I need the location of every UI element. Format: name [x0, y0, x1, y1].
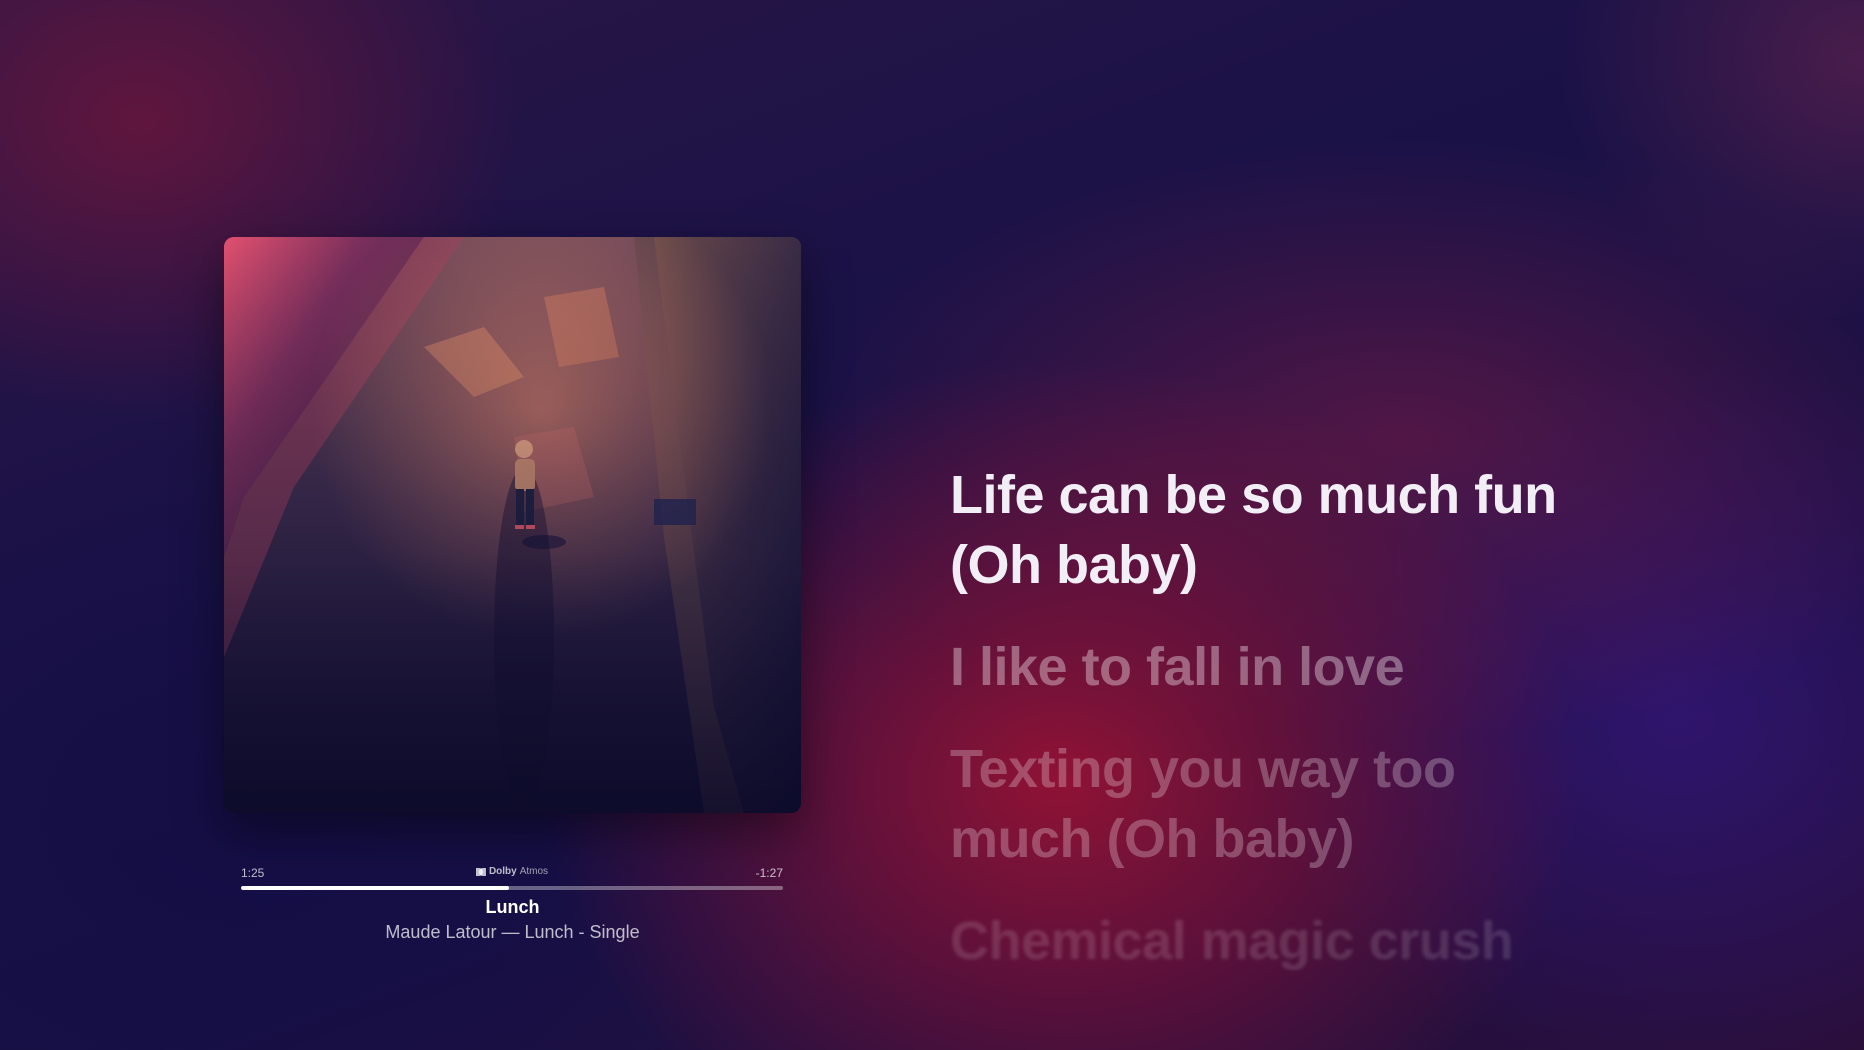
lyric-text: Chemical magic crush: [950, 911, 1514, 971]
track-title: Lunch: [485, 897, 540, 917]
lyric-line-upcoming[interactable]: I like to fall in love: [950, 632, 1710, 702]
now-playing-lyrics-screen: 1:25 Dolby Atmos -1:27 Lunch Maude Latou…: [0, 0, 1864, 1050]
lyrics-panel: Life can be so much fun (Oh baby) I like…: [950, 460, 1710, 1008]
lyric-line-upcoming[interactable]: Texting you way too much (Oh baby): [950, 734, 1710, 874]
progress-bar-fill: [241, 886, 510, 890]
album-artwork: [224, 237, 801, 813]
lyric-line-upcoming[interactable]: Chemical magic crush: [950, 906, 1710, 976]
lyric-text: I like to fall in love: [950, 637, 1405, 697]
lyric-text: Texting you way too: [950, 739, 1456, 799]
album-artwork-image: [224, 237, 801, 813]
dolby-logo-icon: [475, 867, 486, 876]
remaining-time: -1:27: [755, 866, 783, 880]
track-artist-album: Maude Latour — Lunch - Single: [385, 922, 640, 942]
progress-bar[interactable]: [241, 886, 783, 890]
dolby-atmos-badge: Dolby Atmos: [475, 866, 549, 877]
lyric-text: much (Oh baby): [950, 809, 1355, 869]
playback-timeline: 1:25 Dolby Atmos -1:27: [241, 866, 783, 896]
dolby-format-label: Atmos: [519, 866, 549, 877]
lyric-text: Life can be so much fun: [950, 465, 1557, 525]
dolby-brand: Dolby: [488, 866, 517, 877]
lyric-text: (Oh baby): [950, 535, 1198, 595]
lyric-line-current[interactable]: Life can be so much fun (Oh baby): [950, 460, 1710, 600]
elapsed-time: 1:25: [241, 866, 265, 880]
